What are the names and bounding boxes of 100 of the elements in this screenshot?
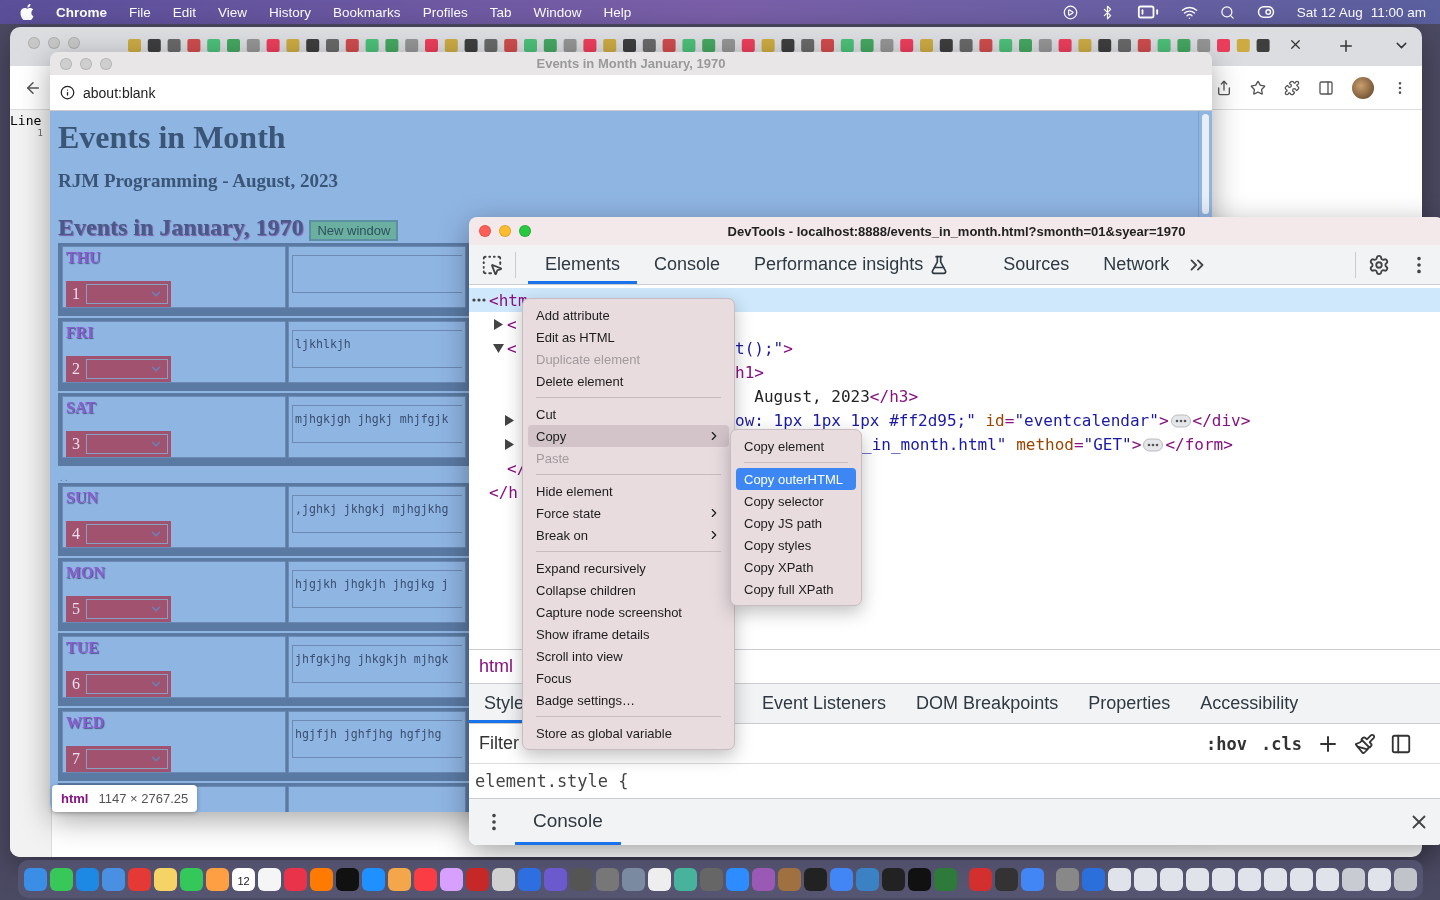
menu-item[interactable]: Copy element	[736, 435, 856, 457]
menu-bar-item[interactable]: Help	[603, 4, 632, 20]
app-icon[interactable]	[1316, 867, 1339, 891]
menu-item[interactable]: Copy JS path	[736, 512, 856, 534]
app-icon[interactable]	[1394, 867, 1417, 891]
app-icon[interactable]	[206, 867, 229, 891]
menu-item[interactable]: Break on	[528, 524, 729, 546]
avatar[interactable]	[1352, 76, 1374, 99]
expanded-triangle-icon[interactable]	[493, 342, 504, 354]
app-icon[interactable]	[1108, 867, 1131, 891]
new-window-button[interactable]: New window	[309, 220, 399, 241]
menu-bar-item[interactable]: Bookmarks	[333, 4, 401, 20]
paintbrush-icon[interactable]	[1354, 732, 1376, 755]
app-icon[interactable]	[648, 867, 671, 891]
close-window-button[interactable]	[479, 225, 491, 237]
menu-bar-item[interactable]: Profiles	[422, 4, 468, 20]
app-icon[interactable]	[1264, 867, 1287, 891]
sidebar-icon[interactable]	[1390, 732, 1412, 755]
app-icon[interactable]	[1290, 867, 1313, 891]
menu-item[interactable]: Scroll into view	[528, 645, 729, 667]
menu-bar-item[interactable]: View	[218, 4, 248, 20]
collapsed-triangle-icon[interactable]	[504, 438, 515, 450]
code-line[interactable]: ow: 1px 1px 1px #ff2d95;" id="eventcalendar"> </div>	[735, 410, 1251, 430]
styles-tab[interactable]: Event Listeners	[747, 684, 902, 723]
event-select[interactable]	[86, 749, 168, 769]
styles-tab[interactable]: Accessibility	[1185, 684, 1314, 723]
devtools-tab[interactable]: Sources	[986, 245, 1087, 284]
event-text-area[interactable]: hjgjkh jhgkjh jhgjkg j	[292, 570, 462, 608]
side-panel-icon[interactable]	[1318, 79, 1334, 96]
menu-item[interactable]: Expand recursively	[528, 557, 729, 579]
drawer-tab[interactable]: Console	[515, 799, 621, 845]
apple-icon[interactable]	[20, 4, 34, 20]
app-icon[interactable]	[1212, 867, 1235, 891]
app-icon[interactable]	[440, 867, 463, 891]
breadcrumb[interactable]: html	[479, 656, 513, 677]
ellipsis-icon[interactable]	[472, 298, 486, 302]
app-icon[interactable]	[1368, 867, 1391, 891]
app-icon[interactable]	[310, 867, 333, 891]
address-text[interactable]: about:blank	[83, 84, 156, 101]
menu-item[interactable]: Show iframe details	[528, 623, 729, 645]
settings-icon[interactable]	[1368, 253, 1390, 276]
ellipsis-badge-icon[interactable]	[1170, 414, 1191, 428]
app-icon[interactable]	[258, 867, 281, 891]
event-text-area[interactable]: mjhgkjgh jhgkj mhjfgjk	[292, 405, 462, 443]
app-icon[interactable]	[180, 867, 203, 891]
event-text-area[interactable]: ljkhlkjh	[292, 330, 462, 368]
menu-item[interactable]: Copy full XPath	[736, 578, 856, 600]
cls-toggle[interactable]: .cls	[1261, 733, 1302, 754]
menu-item[interactable]: Copy outerHTML	[736, 468, 856, 490]
code-line[interactable]: August, 2023</h3>	[735, 386, 919, 406]
code-line[interactable]: <	[507, 338, 517, 358]
menu-bar-item[interactable]: Window	[533, 4, 582, 20]
menu-item[interactable]: Hide element	[528, 480, 729, 502]
share-icon[interactable]	[1216, 79, 1232, 96]
app-icon[interactable]	[492, 867, 515, 891]
menu-item[interactable]: Copy styles	[736, 534, 856, 556]
ellipsis-badge-icon[interactable]	[1143, 438, 1164, 452]
app-icon[interactable]	[1238, 867, 1261, 891]
menu-item[interactable]: Edit as HTML	[528, 326, 729, 348]
hov-toggle[interactable]: :hov	[1206, 733, 1248, 754]
play-circle-icon[interactable]	[1062, 4, 1078, 20]
bookmark-star-icon[interactable]	[1250, 79, 1266, 96]
scrollbar-thumb[interactable]	[1202, 114, 1209, 214]
inspect-icon[interactable]	[481, 253, 503, 276]
menu-item[interactable]: Cut	[528, 403, 729, 425]
menu-item[interactable]: Capture node screenshot	[528, 601, 729, 623]
code-line[interactable]: t();">	[735, 338, 793, 358]
devtools-tab[interactable]: Network	[1086, 245, 1187, 284]
app-icon[interactable]	[1160, 867, 1183, 891]
app-icon[interactable]	[1186, 867, 1209, 891]
search-icon[interactable]	[1219, 4, 1235, 20]
devtools-tab[interactable]: Elements	[528, 245, 638, 284]
app-icon[interactable]	[388, 867, 411, 891]
close-icon[interactable]	[1288, 37, 1303, 52]
code-line[interactable]: h1>	[735, 362, 764, 382]
event-text-area[interactable]: hgjfjh jghfjhg hgfjhg	[292, 720, 462, 758]
app-icon[interactable]	[674, 867, 697, 891]
menu-bar-item[interactable]: History	[269, 4, 312, 20]
app-icon[interactable]	[1134, 867, 1157, 891]
devtools-tab[interactable]: Performance insights	[737, 245, 967, 284]
event-select[interactable]	[86, 284, 168, 304]
puzzle-icon[interactable]	[1284, 79, 1300, 96]
menu-item[interactable]: Force state	[528, 502, 729, 524]
event-text-area[interactable]: ,jghkj jkhgkj mjhgjkhg	[292, 495, 462, 533]
event-select[interactable]	[86, 599, 168, 619]
toggle-icon[interactable]	[1256, 3, 1275, 21]
app-icon[interactable]	[1342, 867, 1365, 891]
menu-bar-item[interactable]: Edit	[172, 4, 197, 20]
menu-item[interactable]: Copy XPath	[736, 556, 856, 578]
menu-item[interactable]: Collapse children	[528, 579, 729, 601]
code-line[interactable]: <	[507, 314, 517, 334]
zoom-window-button[interactable]	[519, 225, 531, 237]
event-text-area[interactable]: jhfgkjhg jhkgkjh mjhgk	[292, 645, 462, 683]
code-line[interactable]: _in_month.html" method="GET"> </form>	[862, 434, 1233, 454]
menu-item[interactable]: Copy	[528, 425, 729, 447]
app-icon[interactable]	[50, 867, 73, 891]
menu-bar-item[interactable]: Tab	[489, 4, 512, 20]
event-select[interactable]	[86, 674, 168, 694]
devtools-tab[interactable]: Console	[637, 245, 738, 284]
styles-tab[interactable]: Properties	[1073, 684, 1186, 723]
